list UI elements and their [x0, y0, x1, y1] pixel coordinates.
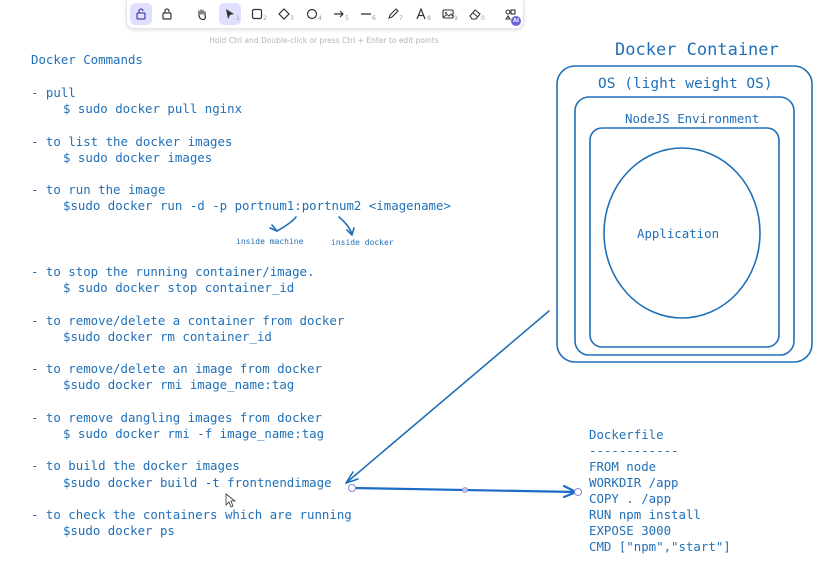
- mouse-cursor-icon: [225, 493, 237, 508]
- dockerfile-line[interactable]: FROM node: [589, 459, 656, 475]
- dockerfile-line[interactable]: RUN npm install: [589, 507, 701, 523]
- nodejs-env-label[interactable]: NodeJS Environment: [625, 111, 759, 127]
- dockerfile-rule[interactable]: ------------: [589, 443, 679, 459]
- os-label[interactable]: OS (light weight OS): [598, 75, 773, 93]
- application-label[interactable]: Application: [637, 226, 719, 242]
- arrow-start-point-handle[interactable]: [348, 484, 356, 492]
- arrow-diagram-to-build[interactable]: [345, 310, 550, 484]
- dockerfile-line[interactable]: COPY . /app: [589, 491, 671, 507]
- dockerfile-line[interactable]: EXPOSE 3000: [589, 523, 671, 539]
- arrow-inside-machine[interactable]: [276, 216, 297, 232]
- arrow-inside-docker[interactable]: [338, 216, 353, 235]
- docker-container-title[interactable]: Docker Container: [615, 40, 779, 60]
- dockerfile-title[interactable]: Dockerfile: [589, 427, 664, 443]
- arrow-midpoint-handle[interactable]: [462, 487, 468, 493]
- arrowhead-inside-machine: [269, 224, 278, 232]
- arrow-end-point-handle[interactable]: [574, 488, 582, 496]
- dockerfile-line[interactable]: CMD ["npm","start"]: [589, 539, 731, 555]
- dockerfile-line[interactable]: WORKDIR /app: [589, 475, 679, 491]
